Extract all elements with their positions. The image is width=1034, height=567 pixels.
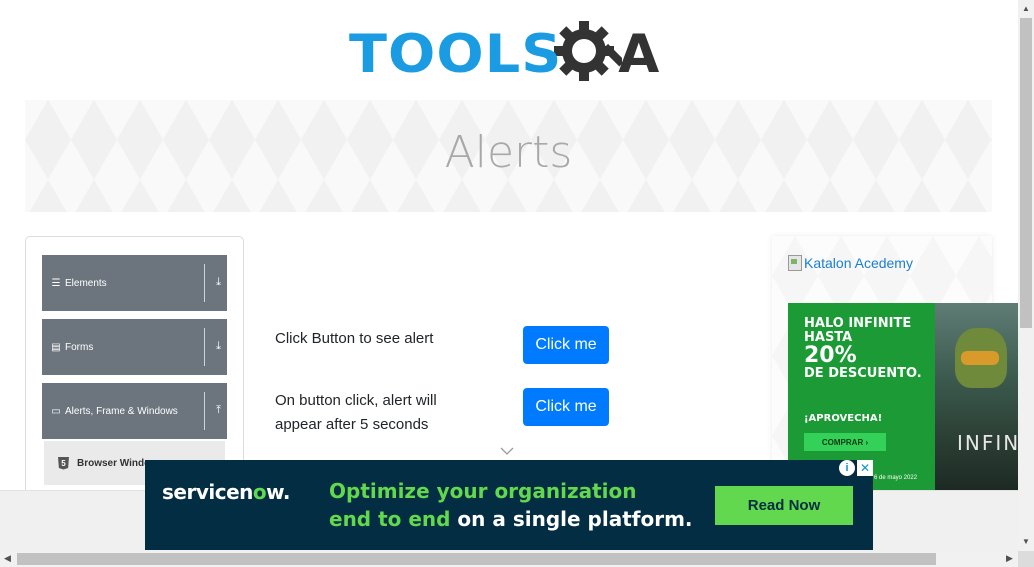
broken-image-icon: [788, 255, 802, 271]
logo-text-a: A: [618, 23, 660, 85]
vertical-scroll-thumb[interactable]: [1020, 18, 1032, 328]
alert-button[interactable]: Click me: [523, 326, 609, 364]
logo-text-tools: TOOLS: [349, 23, 563, 85]
hamburger-icon: ☰: [51, 277, 61, 289]
halo-ad-logo-word: INFIN: [957, 431, 1018, 455]
page-banner: Alerts: [25, 100, 992, 212]
horizontal-scroll-thumb[interactable]: [17, 553, 936, 565]
page-title: Alerts: [444, 127, 573, 178]
download-arrow-icon: ⤓: [216, 276, 221, 288]
gear-magnifier-icon: [554, 21, 623, 81]
servicenow-logo-o: o: [252, 480, 267, 504]
servicenow-ad-line2-white: on a single platform.: [450, 507, 693, 531]
form-icon: ▤: [51, 341, 61, 353]
sidebar-group-alerts-frame-windows[interactable]: ▭ Alerts, Frame & Windows ⤒: [42, 383, 227, 439]
sidebar-group-label: Alerts, Frame & Windows: [65, 405, 178, 417]
download-arrow-icon: ⤓: [216, 340, 221, 352]
divider: [204, 328, 205, 366]
chevron-down-icon[interactable]: [500, 446, 514, 456]
servicenow-ad-line2-green: end to end: [329, 507, 451, 531]
helmet-visor: [961, 351, 999, 365]
scroll-left-arrow-icon[interactable]: ◀: [4, 553, 11, 564]
toolsqa-logo[interactable]: TOOLS A: [349, 14, 659, 94]
servicenow-ad[interactable]: servicenow. Optimize your organization e…: [145, 460, 873, 550]
servicenow-logo: servicenow.: [162, 480, 290, 504]
halo-ad-line1: HALO INFINITE: [804, 316, 912, 331]
sidebar-group-label: Forms: [65, 341, 94, 353]
scroll-down-arrow-icon[interactable]: ▼: [1022, 537, 1030, 546]
halo-ad-percent: 20%: [804, 343, 857, 368]
halo-ad-line3: DE DESCUENTO.: [804, 366, 922, 381]
servicenow-logo-part: w.: [266, 480, 290, 504]
sidebar-group-elements[interactable]: ☰ Elements ⤓: [42, 255, 227, 311]
adchoices: i ✕: [839, 460, 873, 476]
broken-image-alt: Katalon Acedemy: [804, 255, 913, 271]
timer-alert-row-label: On button click, alert will appear after…: [275, 392, 437, 433]
sidebar-group-forms[interactable]: ▤ Forms ⤓: [42, 319, 227, 375]
halo-ad-headline: HALO INFINITE HASTA 20% DE DESCUENTO.: [804, 317, 934, 381]
vertical-scrollbar[interactable]: ▲ ▼: [1018, 0, 1034, 551]
read-now-button[interactable]: Read Now: [715, 486, 853, 525]
servicenow-ad-line1: Optimize your organization: [329, 479, 637, 503]
page: TOOLS A Alerts ☰ Elements ⤓ ▤ Forms ⤓ ▭ …: [0, 0, 1018, 551]
adchoices-info-icon[interactable]: i: [839, 460, 855, 476]
halo-ad-fineprint: 6 de mayo 2022: [874, 475, 918, 481]
servicenow-logo-part: servicen: [162, 480, 253, 504]
horizontal-scrollbar[interactable]: ◀ ▶: [0, 551, 1018, 567]
upload-arrow-icon: ⤒: [216, 404, 221, 416]
window-icon: ▭: [51, 405, 61, 417]
halo-ad-cta-button[interactable]: COMPRAR ›: [804, 433, 886, 451]
sidebar-group-label: Elements: [65, 277, 107, 289]
html5-icon: 5: [58, 456, 69, 470]
scrollbar-corner: [1018, 551, 1034, 567]
divider: [204, 392, 205, 430]
timer-alert-button[interactable]: Click me: [523, 388, 609, 426]
halo-ad-art: INFIN: [935, 303, 1018, 490]
alert-row-label: Click Button to see alert: [275, 330, 434, 347]
ad-close-icon[interactable]: ✕: [857, 460, 873, 476]
katalon-ad-link[interactable]: Katalon Acedemy: [788, 255, 913, 271]
servicenow-ad-line2: end to end on a single platform.: [329, 507, 693, 531]
divider: [204, 264, 205, 302]
halo-ad-sub: ¡APROVECHA!: [804, 413, 883, 424]
scroll-up-arrow-icon[interactable]: ▲: [1022, 4, 1030, 13]
scroll-right-arrow-icon[interactable]: ▶: [1006, 553, 1013, 564]
